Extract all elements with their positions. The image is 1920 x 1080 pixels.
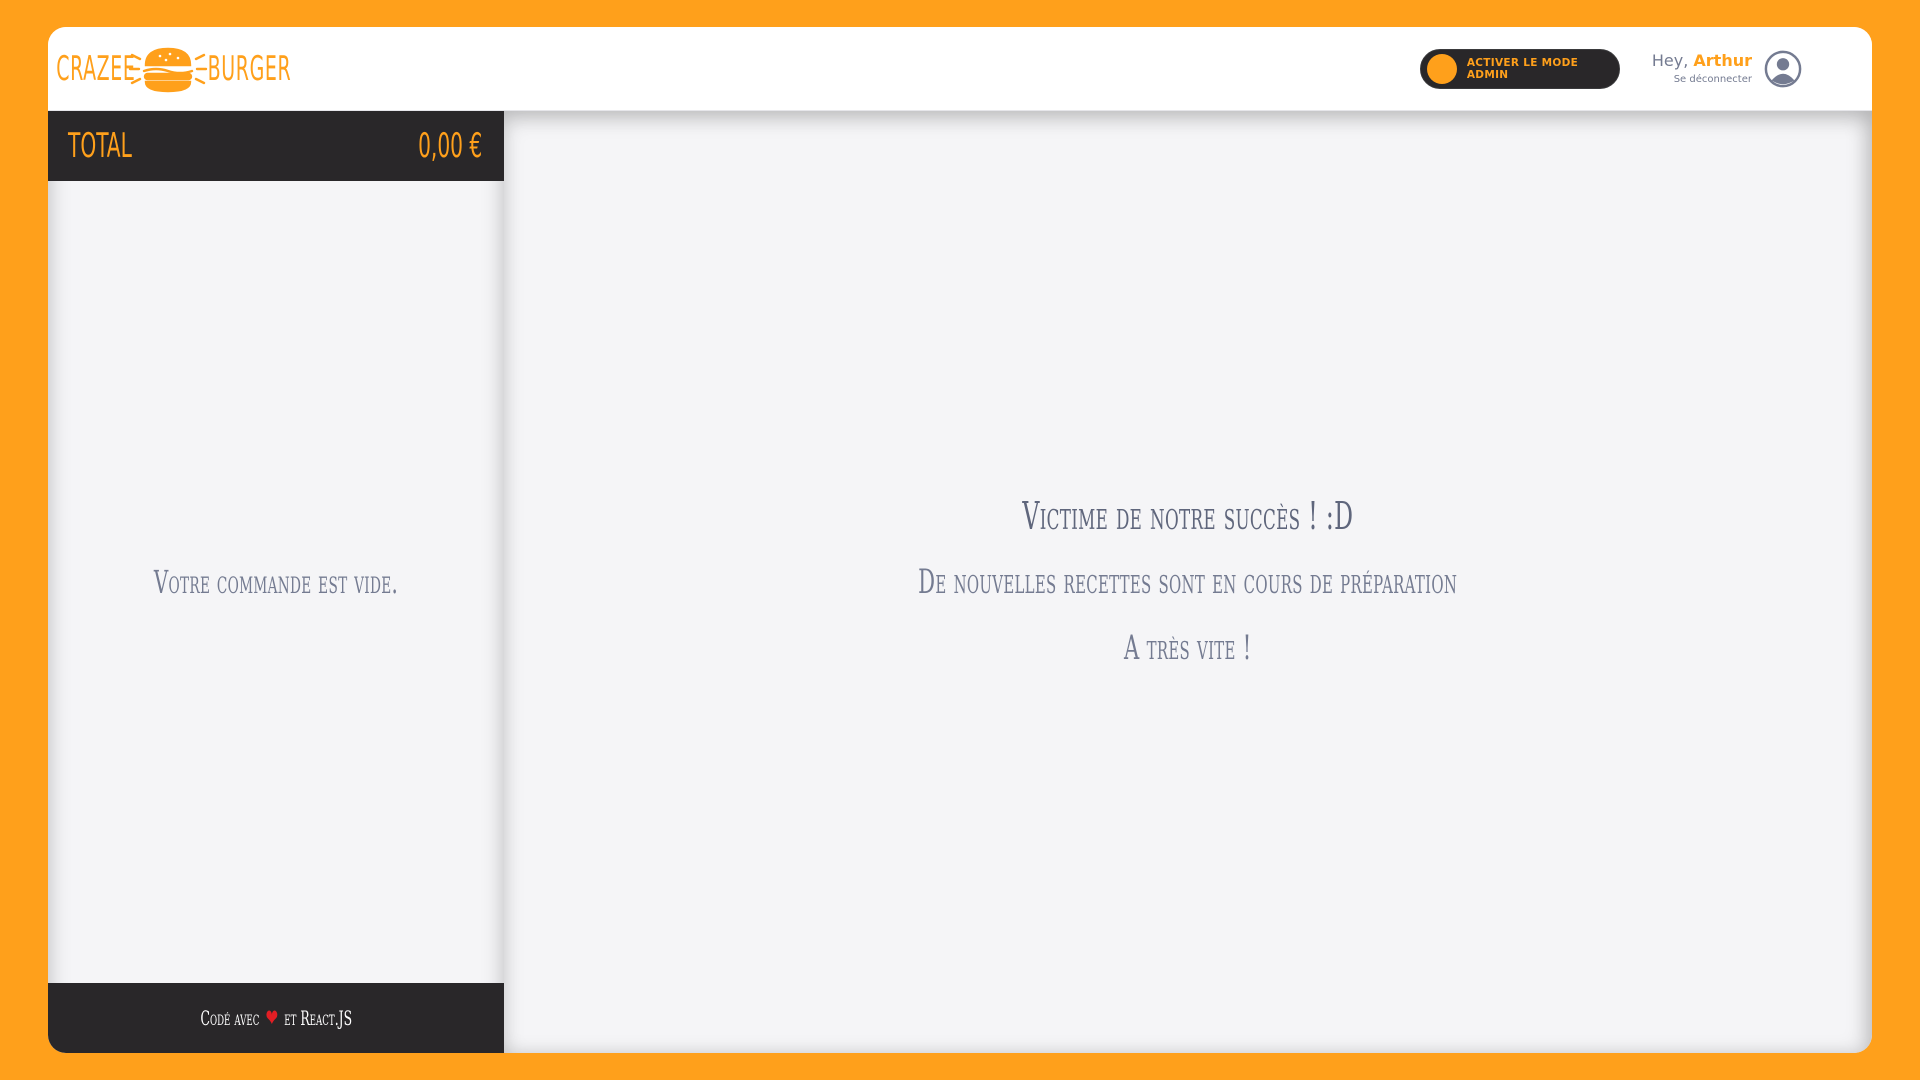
- logout-link[interactable]: Se déconnecter: [1652, 74, 1752, 86]
- profile-info: Hey, Arthur Se déconnecter: [1652, 51, 1752, 86]
- footer-text: Codé avec ❤ et React.JS: [200, 1004, 352, 1032]
- empty-menu-line-1: De nouvelles recettes sont en cours de p…: [918, 562, 1458, 602]
- basket-header: Total 0,00 €: [48, 111, 504, 181]
- logo-text-left: Crazee: [56, 48, 136, 89]
- nav-right: Activer le mode admin Hey, Arthur Se déc…: [1419, 48, 1802, 89]
- basket-footer: Codé avec ❤ et React.JS: [48, 983, 504, 1053]
- empty-menu-title: Victime de notre succès ! :D: [1022, 494, 1354, 538]
- main-content: Total 0,00 € Votre commande est vide. Co…: [48, 111, 1872, 1053]
- admin-toggle-label: Activer le mode admin: [1466, 56, 1579, 81]
- navbar: Crazee Burger: [48, 27, 1872, 111]
- menu-area: Victime de notre succès ! :D De nouvelle…: [504, 111, 1872, 1053]
- profile: Hey, Arthur Se déconnecter: [1652, 50, 1802, 88]
- footer-suffix: et React.JS: [283, 1006, 352, 1030]
- toggle-knob: [1426, 53, 1457, 84]
- burger-logo-icon: [128, 47, 207, 92]
- basket-panel: Total 0,00 € Votre commande est vide. Co…: [48, 111, 504, 1053]
- total-label: Total: [68, 126, 132, 166]
- total-value: 0,00 €: [417, 126, 482, 166]
- app-window: Crazee Burger: [48, 27, 1872, 1053]
- heart-icon: ❤: [265, 1004, 278, 1032]
- admin-mode-toggle[interactable]: Activer le mode admin: [1419, 48, 1620, 89]
- greeting-prefix: Hey,: [1651, 50, 1689, 70]
- user-circle-icon: [1764, 50, 1802, 87]
- logo-text-right: Burger: [207, 48, 292, 89]
- footer-prefix: Codé avec: [200, 1006, 260, 1030]
- username: Arthur: [1693, 50, 1752, 70]
- empty-menu-line-2: A très vite !: [1124, 628, 1252, 668]
- greeting: Hey, Arthur: [1652, 51, 1752, 70]
- basket-body: Votre commande est vide.: [48, 181, 504, 983]
- logo[interactable]: Crazee Burger: [56, 41, 317, 97]
- empty-basket-message: Votre commande est vide.: [153, 563, 399, 601]
